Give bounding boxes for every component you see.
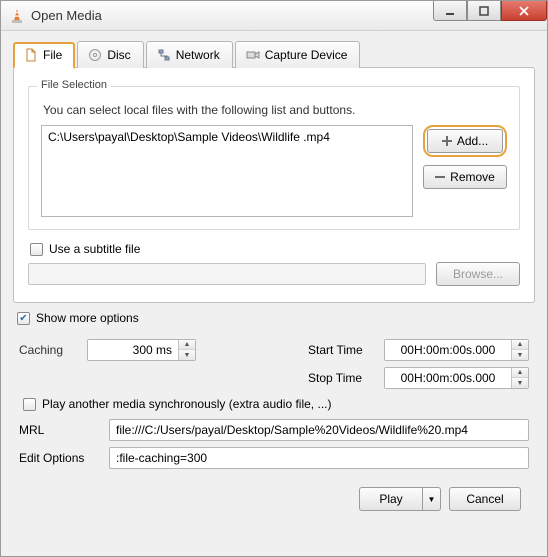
file-tab-panel: File Selection You can select local file… xyxy=(13,67,535,303)
play-split-button: Play ▼ xyxy=(359,487,441,511)
tab-capture-label: Capture Device xyxy=(265,48,348,62)
file-selection-group: File Selection You can select local file… xyxy=(28,86,520,230)
file-list[interactable]: C:\Users\payal\Desktop\Sample Videos\Wil… xyxy=(41,125,413,217)
subtitle-checkbox[interactable] xyxy=(30,243,43,256)
open-media-window: Open Media File Disc Network Capture Dev xyxy=(0,0,548,557)
add-button[interactable]: Add... xyxy=(427,129,503,153)
caching-up[interactable]: ▲ xyxy=(179,340,195,350)
show-more-checkbox[interactable] xyxy=(17,312,30,325)
vlc-cone-icon xyxy=(9,8,25,24)
caching-input[interactable] xyxy=(88,340,178,360)
stop-down[interactable]: ▼ xyxy=(512,378,528,388)
stop-time-label: Stop Time xyxy=(308,371,376,385)
play-button-label: Play xyxy=(379,492,402,506)
minus-icon xyxy=(435,176,445,178)
file-selection-title: File Selection xyxy=(37,79,111,91)
file-list-item[interactable]: C:\Users\payal\Desktop\Sample Videos\Wil… xyxy=(48,130,406,144)
cancel-button[interactable]: Cancel xyxy=(449,487,521,511)
remove-button[interactable]: Remove xyxy=(423,165,507,189)
start-up[interactable]: ▲ xyxy=(512,340,528,350)
content-area: File Disc Network Capture Device File Se… xyxy=(1,31,547,556)
edit-options-field[interactable]: :file-caching=300 xyxy=(109,447,529,469)
tab-disc-label: Disc xyxy=(107,48,130,62)
remove-button-label: Remove xyxy=(450,170,495,184)
network-icon xyxy=(157,48,171,62)
tab-network[interactable]: Network xyxy=(146,41,233,68)
minimize-button[interactable] xyxy=(433,1,467,21)
file-icon xyxy=(24,48,38,62)
mrl-field[interactable]: file:///C:/Users/payal/Desktop/Sample%20… xyxy=(109,419,529,441)
plus-icon xyxy=(442,136,452,146)
browse-button-label: Browse... xyxy=(453,267,503,281)
tab-bar: File Disc Network Capture Device xyxy=(13,41,535,68)
start-time-input[interactable] xyxy=(385,340,511,360)
window-controls xyxy=(433,1,547,21)
subtitle-path-field xyxy=(28,263,426,285)
play-dropdown[interactable]: ▼ xyxy=(423,487,441,511)
advanced-options: Caching ▲▼ Start Time ▲▼ Stop Time xyxy=(13,327,535,477)
edit-options-label: Edit Options xyxy=(19,451,99,465)
start-down[interactable]: ▼ xyxy=(512,350,528,360)
stop-time-spinner[interactable]: ▲▼ xyxy=(384,367,529,389)
titlebar: Open Media xyxy=(1,1,547,31)
caching-spinner[interactable]: ▲▼ xyxy=(87,339,196,361)
tab-file-label: File xyxy=(43,48,62,62)
close-button[interactable] xyxy=(501,1,547,21)
window-title: Open Media xyxy=(31,8,102,23)
disc-icon xyxy=(88,48,102,62)
tab-capture[interactable]: Capture Device xyxy=(235,41,361,68)
cancel-button-label: Cancel xyxy=(466,492,503,506)
synch-checkbox[interactable] xyxy=(23,398,36,411)
browse-button: Browse... xyxy=(436,262,520,286)
capture-icon xyxy=(246,48,260,62)
add-button-highlight: Add... xyxy=(423,125,507,157)
start-time-spinner[interactable]: ▲▼ xyxy=(384,339,529,361)
start-time-label: Start Time xyxy=(308,343,376,357)
play-button[interactable]: Play xyxy=(359,487,423,511)
maximize-button[interactable] xyxy=(467,1,501,21)
stop-time-input[interactable] xyxy=(385,368,511,388)
caching-down[interactable]: ▼ xyxy=(179,350,195,360)
synch-label: Play another media synchronously (extra … xyxy=(42,397,331,411)
stop-up[interactable]: ▲ xyxy=(512,368,528,378)
subtitle-checkbox-label: Use a subtitle file xyxy=(49,242,140,256)
add-button-label: Add... xyxy=(457,134,488,148)
show-more-label: Show more options xyxy=(36,311,139,325)
mrl-label: MRL xyxy=(19,423,99,437)
tab-disc[interactable]: Disc xyxy=(77,41,143,68)
file-selection-help: You can select local files with the foll… xyxy=(43,103,507,117)
caching-label: Caching xyxy=(19,343,87,357)
tab-file[interactable]: File xyxy=(13,42,75,69)
dialog-footer: Play ▼ Cancel xyxy=(13,477,535,523)
tab-network-label: Network xyxy=(176,48,220,62)
